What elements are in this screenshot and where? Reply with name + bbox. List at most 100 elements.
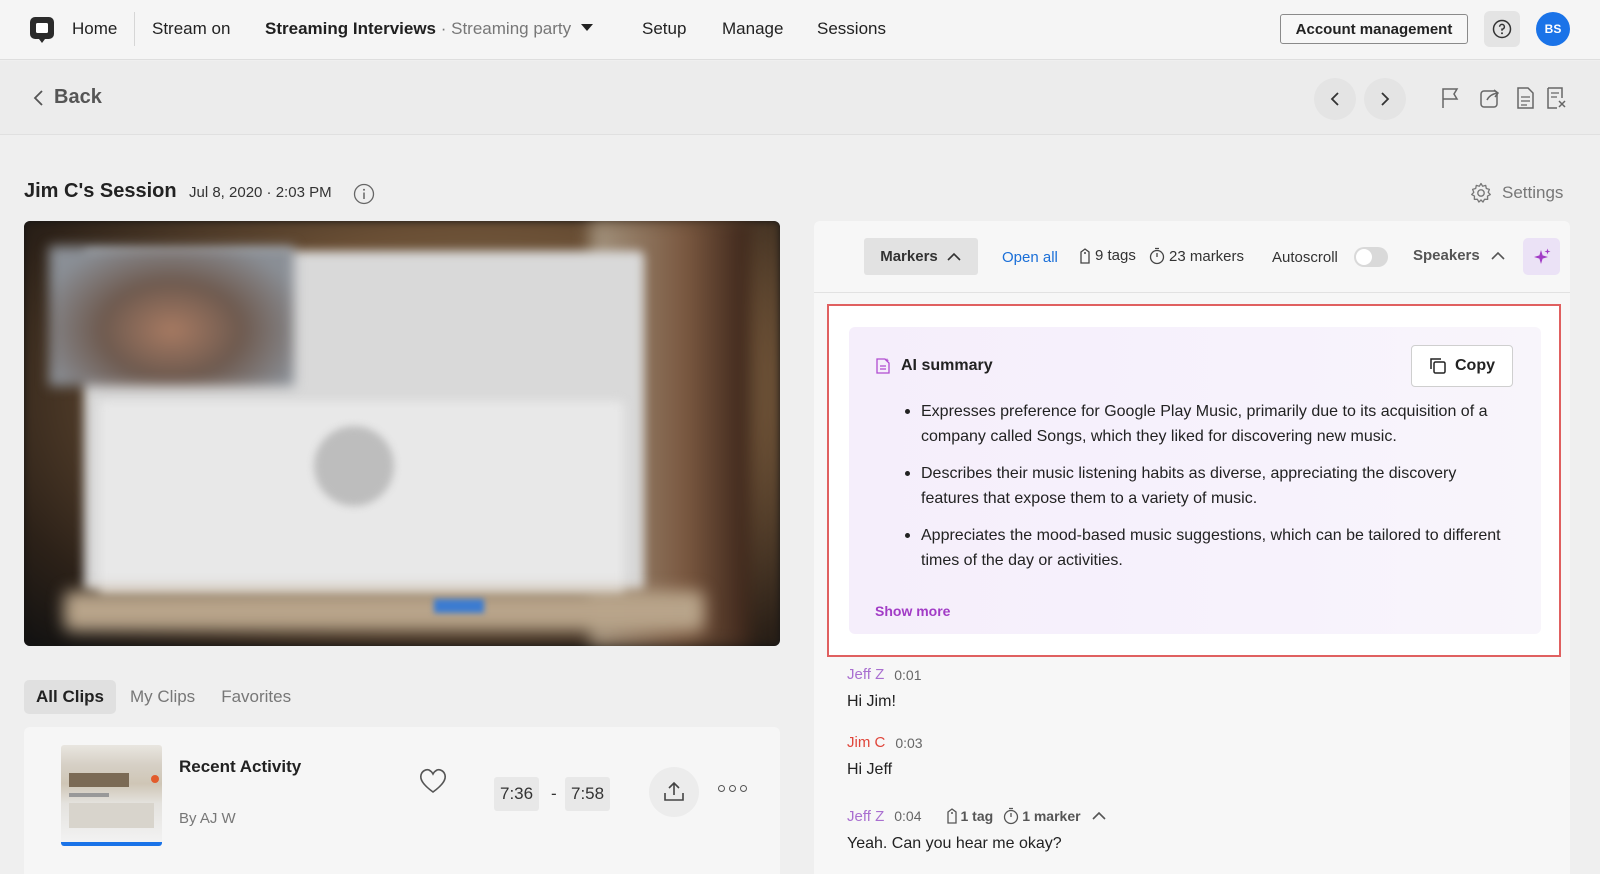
settings-button[interactable]: Settings [1470,182,1563,204]
marker-count[interactable]: 23 markers [1149,247,1244,265]
clip-card[interactable]: Recent Activity By AJ W 7:36 - 7:58 [24,727,780,874]
transcript-entry[interactable]: Jim C 0:03 Hi Jeff [847,734,923,779]
flag-button[interactable] [1438,85,1464,111]
video-webcam [49,246,294,386]
ai-summary-list: Expresses preference for Google Play Mus… [905,399,1515,585]
chevron-right-icon [1381,92,1390,106]
more-icon[interactable] [718,785,747,792]
nav-home[interactable]: Home [72,19,117,39]
markers-label: Markers [880,248,938,265]
notes-button[interactable] [1512,85,1538,111]
sparkle-icon [1533,248,1550,264]
ai-summary-title: AI summary [901,357,993,374]
nav-manage[interactable]: Manage [722,19,783,39]
back-label: Back [54,86,102,108]
summary-bullet: Appreciates the mood-based music suggest… [905,523,1515,573]
transcript-entry[interactable]: Jeff Z 0:01 Hi Jim! [847,666,922,711]
transcript-entry[interactable]: Jeff Z 0:04 1 tag 1 marker Yeah. Can you… [847,807,1107,853]
tag-count-label: 9 tags [1095,247,1136,264]
copy-icon [1430,358,1446,374]
nav-sessions[interactable]: Sessions [817,19,886,39]
avatar[interactable]: BS [1536,12,1570,46]
thumbnail-detail [69,803,154,828]
document-icon [1517,87,1534,109]
thumbnail-detail [151,775,159,783]
clip-author: By AJ W [179,810,236,827]
caret-down-icon [581,24,594,31]
speaker-name[interactable]: Jeff Z [847,808,884,825]
heart-icon[interactable] [418,767,448,795]
session-date: Jul 8, 2020 · 2:03 PM [189,184,332,201]
clip-end-time[interactable]: 7:58 [565,777,611,811]
transcript-text: Hi Jeff [847,761,893,778]
transcript-meta: Jeff Z 0:01 [847,666,922,683]
share-icon [1480,89,1500,108]
marker-count-label: 23 markers [1169,247,1245,265]
timestamp[interactable]: 0:01 [894,667,921,683]
help-button[interactable] [1484,11,1520,47]
video-screen-dock [64,591,704,631]
nav-divider [134,12,135,46]
speakers-dropdown[interactable]: Speakers [1413,247,1506,264]
clip-thumbnail[interactable] [61,745,162,846]
previous-session-button[interactable] [1314,78,1356,120]
open-all-link[interactable]: Open all [1002,249,1058,266]
flag-icon [1442,88,1459,108]
entry-tag-count[interactable]: 1 tag [946,808,994,824]
entry-marker-count[interactable]: 1 marker [1003,807,1081,825]
chevron-left-icon [1330,92,1339,106]
tab-my-clips[interactable]: My Clips [118,680,207,714]
transcript-text: Hi Jim! [847,693,896,710]
back-button[interactable]: Back [32,86,102,109]
account-management-button[interactable]: Account management [1280,14,1468,44]
tag-count[interactable]: 9 tags [1079,247,1136,264]
entry-tag-label: 1 tag [960,808,994,824]
app-logo-icon[interactable] [29,16,55,44]
project-separator: · [436,19,452,38]
nav-stream-on[interactable]: Stream on [152,19,230,39]
timestamp[interactable]: 0:04 [894,808,921,824]
speakers-label: Speakers [1413,247,1480,264]
summary-bullet: Expresses preference for Google Play Mus… [905,399,1515,449]
chevron-up-icon[interactable] [1091,811,1107,821]
top-navigation: Home Stream on Streaming Interviews · St… [0,0,1600,60]
tab-favorites[interactable]: Favorites [209,680,303,714]
next-session-button[interactable] [1364,78,1406,120]
clip-title[interactable]: Recent Activity [179,757,301,777]
ai-assistant-button[interactable] [1523,238,1560,275]
speaker-name[interactable]: Jeff Z [847,666,884,683]
ai-summary-icon [876,358,890,374]
timer-icon [1004,807,1019,825]
video-screen-highlight [434,599,484,613]
transcript-toolbar: Markers Open all 9 tags 23 markers Autos… [814,221,1570,293]
info-icon[interactable] [353,183,375,205]
upload-icon [664,781,684,801]
summary-bullet: Describes their music listening habits a… [905,461,1515,511]
settings-label: Settings [1502,183,1564,202]
project-subtitle: Streaming party [451,19,572,38]
clip-start-time[interactable]: 7:36 [494,777,540,811]
video-screen-avatar [314,426,394,506]
project-switcher[interactable]: Streaming Interviews · Streaming party [265,19,594,39]
copy-button[interactable]: Copy [1411,345,1513,387]
autoscroll-label: Autoscroll [1272,249,1338,266]
autoscroll-toggle[interactable] [1354,247,1388,267]
show-more-link[interactable]: Show more [875,603,950,619]
clip-share-button[interactable] [649,767,699,817]
clip-tabs: All Clips My Clips Favorites [24,680,305,714]
transcript-meta: Jim C 0:03 [847,734,923,751]
clip-time-separator: - [551,784,557,803]
share-button[interactable] [1477,85,1503,111]
speaker-name[interactable]: Jim C [847,734,885,751]
timestamp[interactable]: 0:03 [895,735,922,751]
help-icon [1492,19,1512,39]
remove-document-button[interactable] [1543,85,1569,111]
entry-marker-label: 1 marker [1022,808,1081,824]
markers-dropdown[interactable]: Markers [864,238,978,275]
document-close-icon [1547,87,1566,109]
tab-all-clips[interactable]: All Clips [24,680,117,714]
thumbnail-detail [69,793,109,797]
timer-icon [1149,247,1165,265]
video-player[interactable] [24,221,780,646]
nav-setup[interactable]: Setup [642,19,686,39]
